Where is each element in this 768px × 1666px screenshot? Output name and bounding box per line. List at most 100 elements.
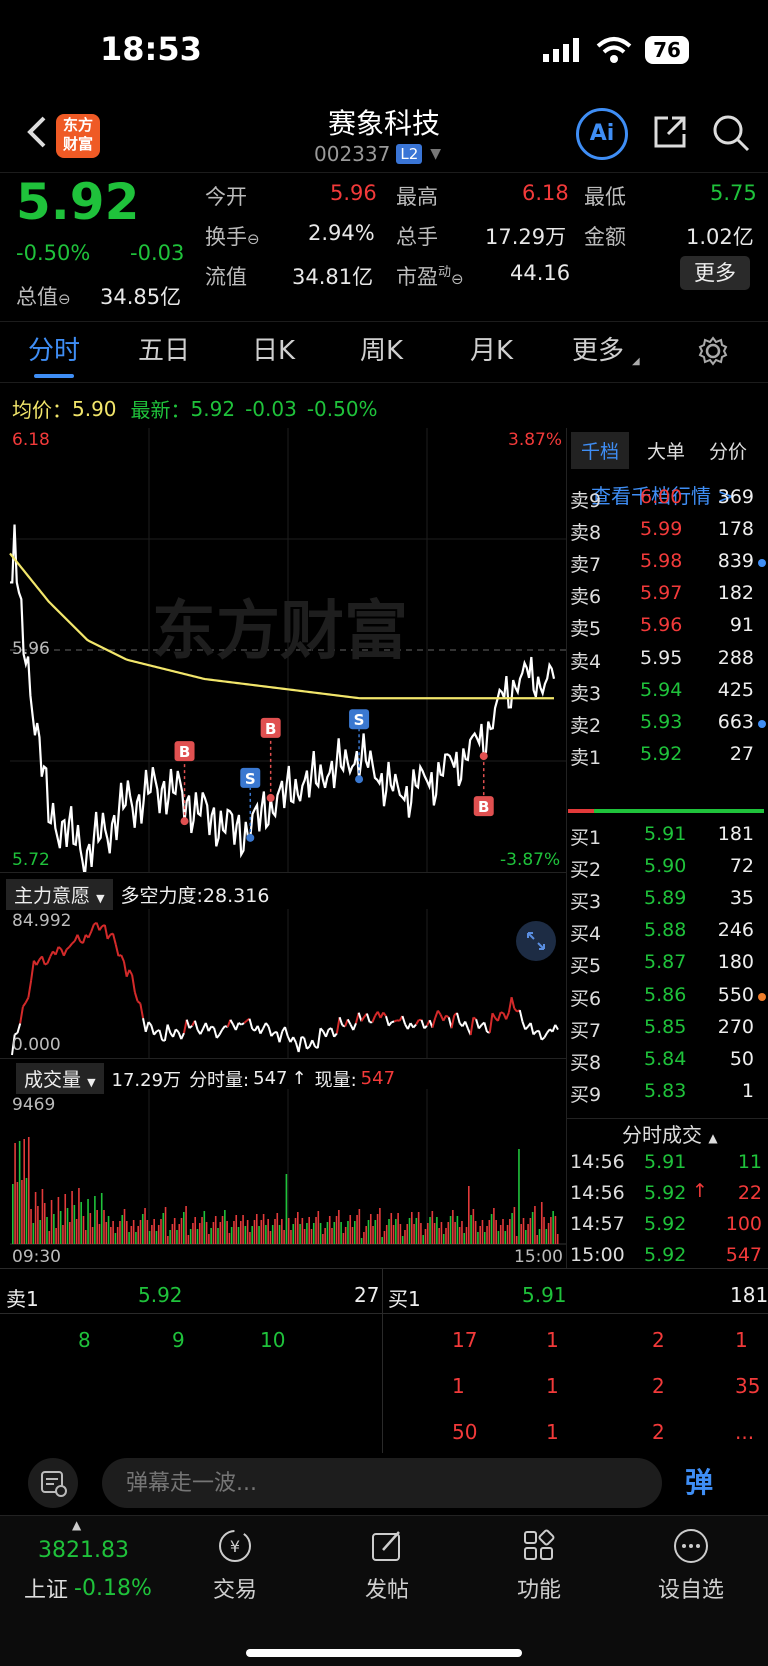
ticks-title[interactable]: 分时成交 ▲: [622, 1119, 718, 1148]
volume-bar: [181, 1218, 183, 1244]
ask-price: 5.92: [640, 743, 682, 765]
ask-row[interactable]: 卖5 5.96 91: [566, 608, 768, 640]
expand-icon[interactable]: [516, 921, 556, 961]
tab-depth[interactable]: 千档: [571, 432, 629, 469]
danmu-input[interactable]: [102, 1458, 662, 1508]
gear-icon[interactable]: [698, 336, 728, 370]
volume-bar: [174, 1218, 176, 1244]
volume-bar: [240, 1221, 242, 1244]
bid-row[interactable]: 买45.88246: [566, 913, 768, 945]
volume-bar: [400, 1224, 402, 1244]
force-line-segment: [318, 1028, 321, 1048]
tab-price-dist[interactable]: 分价: [699, 432, 757, 469]
nav-functions[interactable]: 功能: [484, 1526, 594, 1604]
volume-bar: [96, 1210, 98, 1244]
bid-row[interactable]: 买35.8935: [566, 881, 768, 913]
queue-header-divider: [0, 1313, 768, 1314]
tab-intraday[interactable]: 分时: [28, 320, 80, 382]
ask-row[interactable]: 卖35.94425: [566, 673, 768, 705]
tab-month-k[interactable]: 月K: [470, 320, 513, 382]
tab-more[interactable]: 更多: [572, 320, 624, 382]
bid-row[interactable]: 买95.831: [566, 1074, 768, 1106]
bid-row[interactable]: 买75.85270: [566, 1010, 768, 1042]
index-pct: -0.18%: [74, 1576, 152, 1601]
intraday-chart[interactable]: 东方财富 BSBSB 6.18 3.87% 5.96 5.72 -3.87%: [0, 428, 566, 872]
ask-row[interactable]: 卖25.93663: [566, 705, 768, 737]
queue-bid-vol: 181: [730, 1283, 768, 1307]
tab-big-orders[interactable]: 大单: [637, 432, 695, 469]
volume-bar: [245, 1226, 247, 1244]
ask-row[interactable]: 卖15.9227: [566, 737, 768, 769]
bid-row[interactable]: 买15.91181: [566, 817, 768, 849]
force-line-segment: [69, 944, 72, 947]
volume-bar: [117, 1227, 119, 1244]
ask-row[interactable]: 卖85.99178: [566, 512, 768, 544]
ai-button[interactable]: Ai: [576, 108, 628, 160]
stock-code-row[interactable]: 002337 L2 ▼: [314, 142, 441, 166]
ask-row[interactable]: 卖75.98839: [566, 544, 768, 576]
bid-price: 5.89: [644, 887, 686, 909]
ask-volume: 91: [730, 614, 754, 636]
bid-label: 买6: [570, 984, 601, 1011]
index-value[interactable]: 3821.83: [38, 1538, 129, 1563]
volume-bar: [333, 1222, 335, 1244]
volume-bar: [470, 1215, 472, 1244]
danmu-send-button[interactable]: 弹: [676, 1460, 722, 1506]
volume-bar: [35, 1192, 37, 1244]
volume-bar: [197, 1229, 199, 1244]
volume-bar: [254, 1220, 256, 1244]
tick-volume: 547: [726, 1244, 762, 1266]
volume-bar: [21, 1180, 23, 1244]
ask-price: 5.98: [640, 550, 682, 572]
volume-bar: [133, 1220, 135, 1244]
ask-price: 5.96: [640, 614, 682, 636]
force-line-segment: [47, 957, 50, 964]
tab-five-day[interactable]: 五日: [138, 320, 190, 382]
danmu-settings-icon[interactable]: [28, 1458, 78, 1508]
chevron-down-icon: ▼: [430, 146, 441, 162]
volume-bar: [226, 1221, 228, 1244]
trade-mark-label: B: [265, 720, 276, 738]
high-label: 最高: [396, 181, 438, 211]
ask-row[interactable]: 卖65.97182: [566, 576, 768, 608]
bid-row[interactable]: 买85.8450: [566, 1042, 768, 1074]
more-button[interactable]: 更多: [680, 256, 750, 290]
volume-bar: [247, 1220, 249, 1244]
force-line-segment: [165, 1025, 168, 1041]
volume-bar: [69, 1222, 71, 1244]
battery-icon: 76: [645, 36, 689, 64]
nav-trade[interactable]: ¥ 交易: [180, 1526, 290, 1604]
volume-bar: [160, 1219, 162, 1244]
tab-day-k[interactable]: 日K: [252, 320, 295, 382]
volume-bar: [493, 1208, 495, 1244]
volume-bar: [445, 1228, 447, 1244]
last-label: 最新：: [131, 394, 191, 423]
volume-bar: [158, 1225, 160, 1244]
volume-bar: [279, 1225, 281, 1244]
force-line-segment: [383, 1012, 386, 1016]
tab-indicator: [34, 374, 74, 378]
bid-row[interactable]: 买65.86550: [566, 978, 768, 1010]
bid-row[interactable]: 买25.9072: [566, 849, 768, 881]
bid-row[interactable]: 买55.87180: [566, 945, 768, 977]
nav-post[interactable]: 发帖: [332, 1526, 442, 1604]
volume-bar: [183, 1212, 185, 1244]
tick-row: 14:575.92100: [566, 1209, 768, 1239]
force-line-segment: [181, 1033, 184, 1039]
force-line-segment: [337, 1017, 340, 1033]
danmu-bar: 弹: [0, 1452, 768, 1514]
nav-watchlist[interactable]: 设自选: [636, 1526, 746, 1604]
force-line-segment: [372, 1016, 375, 1022]
index-row[interactable]: 上证 -0.18%: [24, 1572, 152, 1604]
bid-queue-cell: 1: [546, 1374, 559, 1398]
ask-row[interactable]: 卖96.00369: [566, 480, 768, 512]
tab-week-k[interactable]: 周K: [360, 320, 403, 382]
force-selector[interactable]: 主力意愿 ▼: [6, 879, 113, 910]
force-line-segment: [244, 1021, 247, 1023]
search-icon[interactable]: [710, 112, 752, 158]
mktcap-value: 34.85亿: [100, 281, 181, 311]
ask-label: 卖5: [570, 614, 601, 641]
share-icon[interactable]: [650, 112, 690, 156]
ask-row[interactable]: 卖45.95288: [566, 641, 768, 673]
volume-bar: [172, 1224, 174, 1244]
